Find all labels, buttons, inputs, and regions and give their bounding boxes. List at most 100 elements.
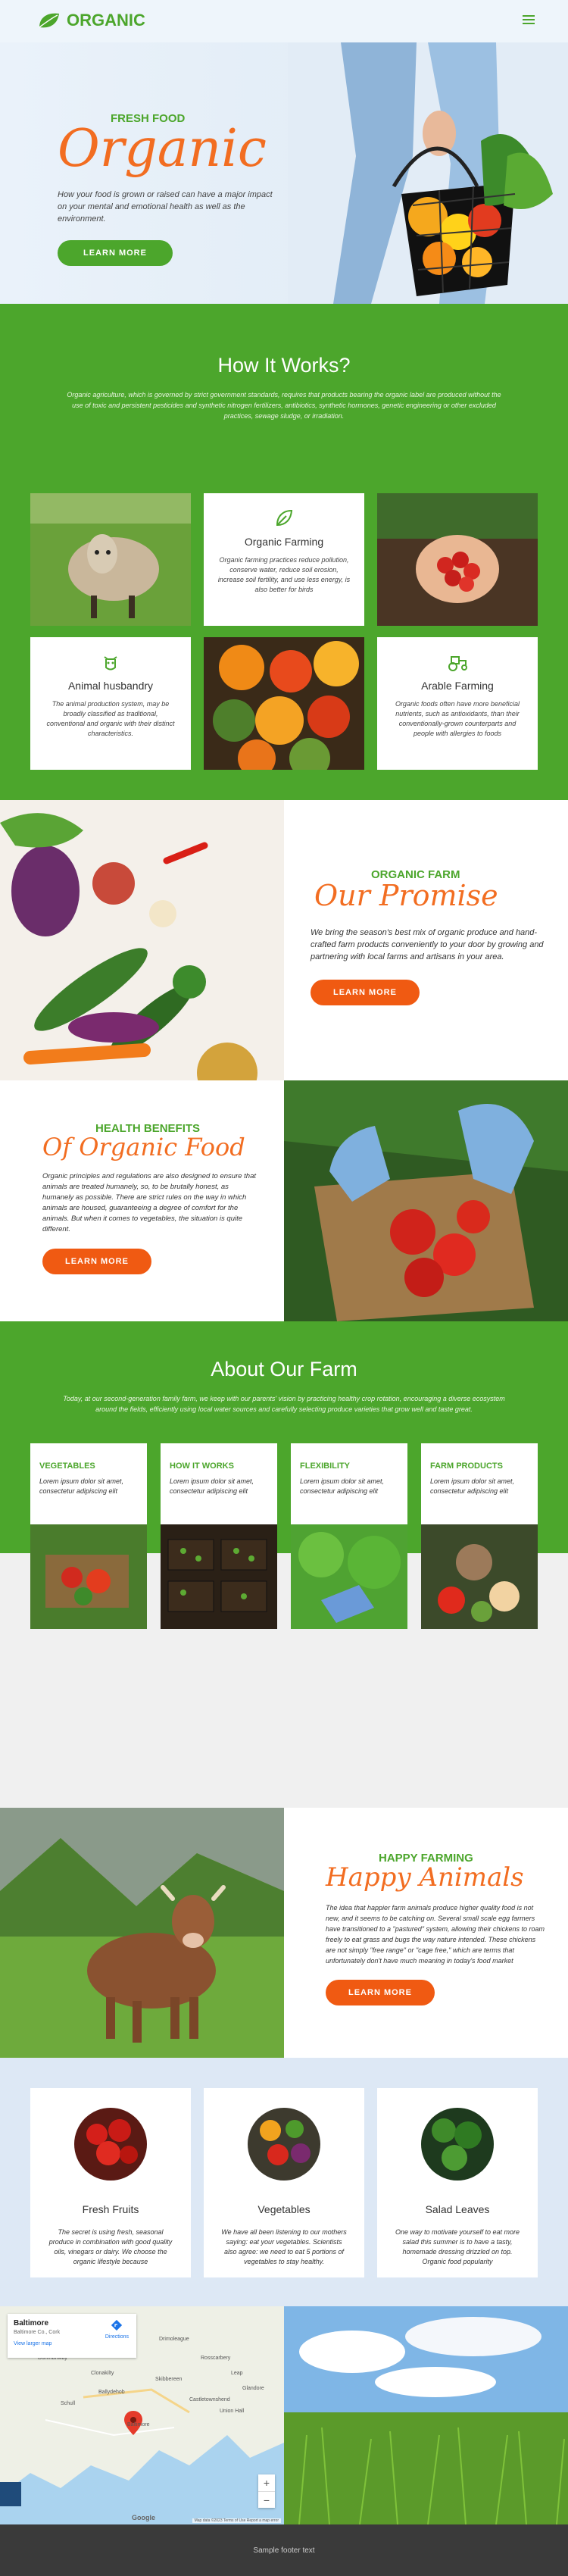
leaf-logo-icon (36, 11, 65, 30)
card-organic-farming: Organic Farming Organic farming practice… (204, 493, 364, 626)
map-label: Skibbereen (155, 2377, 183, 2382)
about-col-title: HOW IT WORKS (170, 1462, 234, 1471)
about-col-title: FARM PRODUCTS (430, 1462, 503, 1471)
card-text: Organic foods often have more beneficial… (395, 700, 520, 737)
health-title: Of Organic Food (42, 1133, 245, 1161)
product-card-fresh-fruits: Fresh Fruits The secret is using fresh, … (30, 2088, 191, 2277)
google-logo: Google (132, 2514, 155, 2521)
logo[interactable]: ORGANIC (36, 11, 145, 30)
happy-title: Happy Animals (326, 1862, 524, 1893)
salad-image (421, 2108, 494, 2181)
card-title: Animal husbandry (67, 680, 154, 692)
map-directions-button[interactable]: Directions (105, 2319, 129, 2340)
grass-field-image (284, 2306, 568, 2524)
map-label: Schull (61, 2401, 76, 2406)
vegetable-basket-image (288, 42, 568, 304)
leaf-icon (276, 509, 293, 527)
map-label: Union Hall (220, 2409, 245, 2414)
about-col-text: Lorem ipsum dolor sit amet, consectetur … (39, 1477, 124, 1495)
cow-image (0, 1808, 284, 2058)
map-label: Clonakilty (91, 2371, 114, 2376)
card-title: Arable Farming (421, 680, 494, 692)
map-label: Leap (231, 2371, 243, 2376)
map-attribution[interactable]: Map data ©2023 Terms of Use Report a map… (192, 2518, 281, 2523)
map-place-labels: Dunmanway Clonakilty Skibbereen Rosscarb… (38, 2337, 264, 2428)
about-col-text: Lorem ipsum dolor sit amet, consectetur … (430, 1477, 515, 1495)
about-col-text: Lorem ipsum dolor sit amet, consectetur … (300, 1477, 385, 1495)
map-view-larger-link[interactable]: View larger map (14, 2341, 130, 2346)
strawberries-image (377, 493, 538, 626)
product-title: Vegetables (257, 2203, 311, 2215)
promise-text-block: ORGANIC FARM Our Promise We bring the se… (284, 800, 568, 1080)
seedling-trays-image (161, 1524, 277, 1629)
how-it-works-section: How It Works? Organic agriculture, which… (0, 304, 568, 800)
map-label: Baltimore (127, 2422, 150, 2428)
vegetable-box-image (30, 1524, 147, 1629)
tractor-icon (448, 656, 467, 671)
hero-text-block: FRESH FOOD Organic How your food is grow… (58, 112, 277, 266)
map-embed[interactable]: Dunmanway Clonakilty Skibbereen Rosscarb… (0, 2306, 284, 2524)
site-header: ORGANIC (0, 0, 568, 42)
map-label: Ballydehob (98, 2390, 125, 2395)
map-label: Glandore (242, 2386, 264, 2391)
map-info-card: Baltimore Baltimore Co., Cork View large… (8, 2314, 136, 2358)
how-intro: Organic agriculture, which is governed b… (67, 391, 501, 420)
products-section: Fresh Fruits The secret is using fresh, … (0, 2058, 568, 2306)
hamburger-menu-icon[interactable] (523, 15, 535, 25)
card-text: Organic farming practices reduce polluti… (217, 556, 351, 593)
product-card-vegetables: Vegetables We have all been listening to… (204, 2088, 364, 2277)
sheep-image (30, 493, 191, 626)
map-zoom-controls: + − (258, 2474, 275, 2508)
card-text: The animal production system, may be bro… (46, 700, 175, 737)
map-zoom-in-button[interactable]: + (258, 2474, 275, 2491)
product-text: One way to motivate yourself to eat more… (395, 2228, 520, 2265)
hero-title: Organic (58, 119, 267, 179)
happy-animals-section: HAPPY FARMING Happy Animals The idea tha… (0, 1808, 568, 2058)
promise-text: We bring the season's best mix of organi… (311, 927, 544, 961)
about-intro: Today, at our second-generation family f… (63, 1395, 505, 1413)
about-col-vegetables: VEGETABLES Lorem ipsum dolor sit amet, c… (30, 1443, 147, 1629)
gardening-gloves-image (291, 1524, 407, 1629)
about-col-title: VEGETABLES (39, 1462, 95, 1471)
about-col-text: Lorem ipsum dolor sit amet, consectetur … (170, 1477, 254, 1495)
about-columns: VEGETABLES Lorem ipsum dolor sit amet, c… (30, 1443, 538, 1629)
farm-products-image (421, 1524, 538, 1629)
health-learn-more-button[interactable]: LEARN MORE (42, 1248, 151, 1274)
hero-learn-more-button[interactable]: LEARN MORE (58, 240, 173, 266)
vegetables-image (0, 800, 284, 1080)
product-card-salad-leaves: Salad Leaves One way to motivate yoursel… (377, 2088, 538, 2277)
product-title: Fresh Fruits (82, 2203, 139, 2215)
promise-title: Our Promise (314, 879, 498, 912)
map-label: Castletownshend (189, 2397, 230, 2402)
product-text: The secret is using fresh, seasonal prod… (48, 2228, 173, 2265)
happy-learn-more-button[interactable]: LEARN MORE (326, 1979, 435, 2005)
tomatoes-crate-image (284, 1080, 568, 1321)
about-section: About Our Farm Today, at our second-gene… (0, 1321, 568, 1808)
promise-section: ORGANIC FARM Our Promise We bring the se… (0, 800, 568, 1080)
health-section: HEALTH BENEFITS Of Organic Food Organic … (0, 1080, 568, 1321)
about-col-title: FLEXIBILITY (300, 1462, 350, 1471)
happy-text-block: HAPPY FARMING Happy Animals The idea tha… (284, 1808, 568, 2058)
map-section: Dunmanway Clonakilty Skibbereen Rosscarb… (0, 2306, 568, 2524)
map-zoom-out-button[interactable]: − (258, 2491, 275, 2508)
card-animal-husbandry: Animal husbandry The animal production s… (30, 637, 191, 770)
map-label: Rosscarbery (201, 2356, 231, 2361)
product-title: Salad Leaves (425, 2203, 490, 2215)
how-title: How It Works? (217, 354, 351, 377)
vegetables-bowl-image (248, 2108, 320, 2181)
promise-learn-more-button[interactable]: LEARN MORE (311, 979, 420, 1005)
footer-text: Sample footer text (253, 2546, 315, 2555)
health-text: Organic principles and regulations are a… (42, 1171, 257, 1233)
happy-text: The idea that happier farm animals produ… (326, 1903, 545, 1965)
hero-text: How your food is grown or raised can hav… (58, 190, 273, 224)
card-title: Organic Farming (244, 536, 324, 548)
hero-section: FRESH FOOD Organic How your food is grow… (0, 42, 568, 304)
about-title: About Our Farm (211, 1358, 357, 1380)
map-label: Drimoleague (159, 2337, 189, 2342)
fruits-image (74, 2108, 147, 2181)
about-col-flexibility: FLEXIBILITY Lorem ipsum dolor sit amet, … (291, 1443, 407, 1629)
pumpkins-image (204, 637, 364, 770)
about-col-how-it-works: HOW IT WORKS Lorem ipsum dolor sit amet,… (161, 1443, 277, 1629)
cow-icon (104, 656, 117, 671)
health-text-block: HEALTH BENEFITS Of Organic Food Organic … (0, 1080, 284, 1321)
